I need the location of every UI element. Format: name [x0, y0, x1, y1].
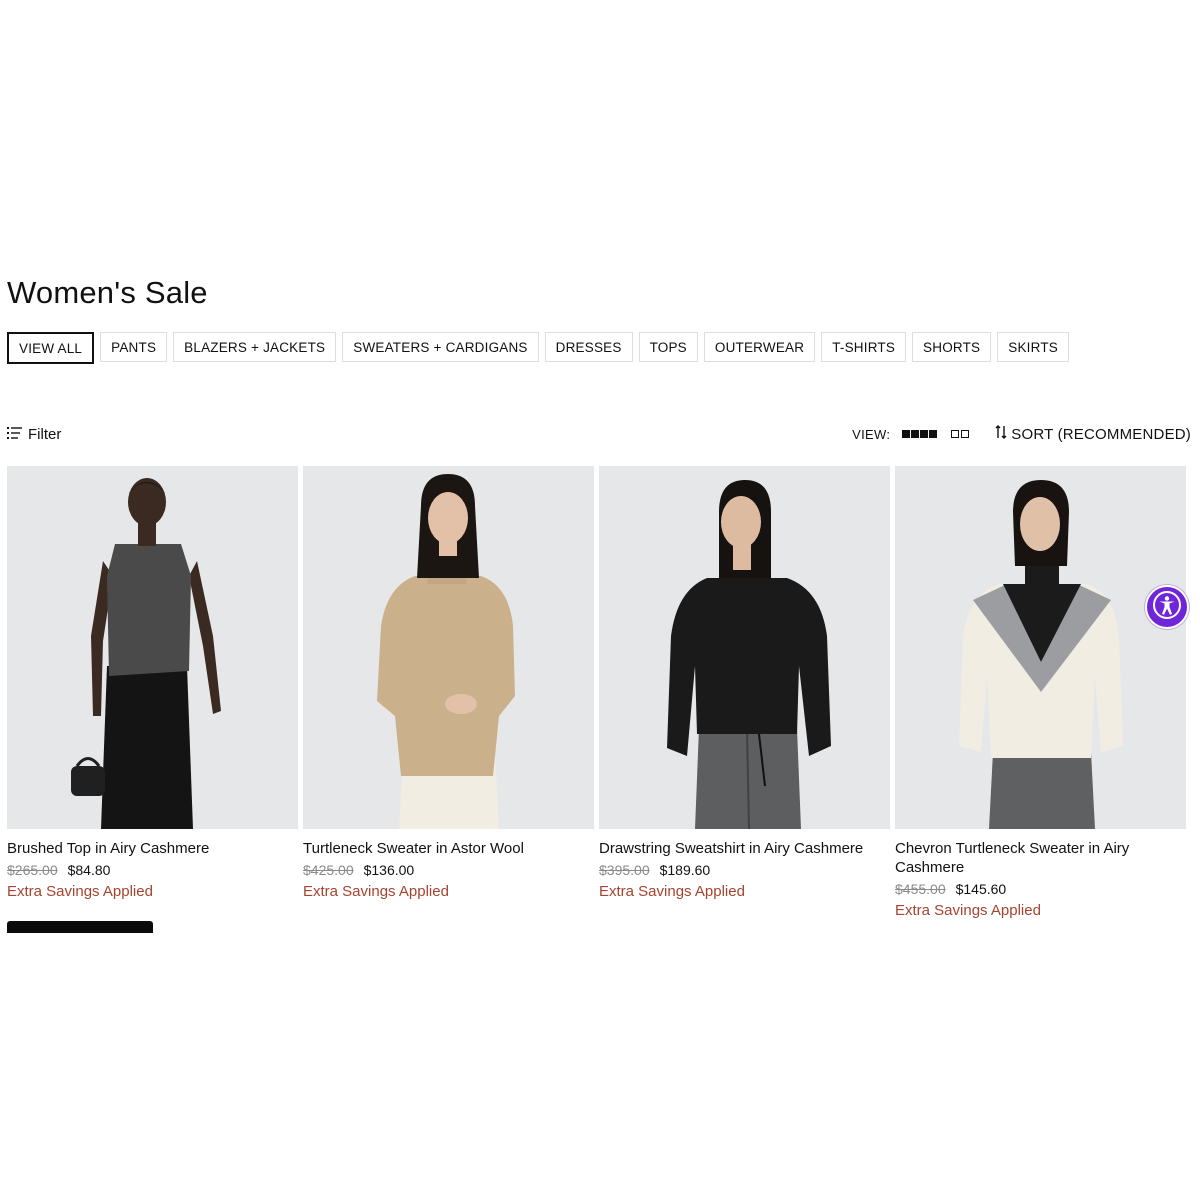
product-prices: $425.00 $136.00	[303, 862, 594, 878]
filter-label: Filter	[28, 425, 62, 443]
savings-note: Extra Savings Applied	[599, 883, 745, 900]
sort-button[interactable]: SORT (RECOMMENDED)	[995, 425, 1191, 443]
category-skirts[interactable]: SKIRTS	[997, 332, 1069, 362]
category-outerwear[interactable]: OUTERWEAR	[703, 332, 816, 362]
category-tops[interactable]: TOPS	[638, 332, 698, 362]
product-card: Brushed Top in Airy Cashmere $265.00 $84…	[7, 466, 298, 933]
sale-price: $84.80	[67, 862, 111, 878]
product-grid: Brushed Top in Airy Cashmere $265.00 $84…	[7, 466, 1186, 933]
view-sort-controls: VIEW: SORT (RECOMMENDED)	[852, 425, 1191, 443]
product-prices: $455.00 $145.60	[895, 881, 1186, 897]
product-image[interactable]	[303, 466, 594, 829]
quick-add-bar[interactable]	[7, 921, 153, 933]
product-name[interactable]: Turtleneck Sweater in Astor Wool	[303, 839, 594, 858]
category-view-all[interactable]: VIEW ALL	[7, 332, 95, 364]
product-name[interactable]: Brushed Top in Airy Cashmere	[7, 839, 298, 858]
product-name[interactable]: Chevron Turtleneck Sweater in Airy Cashm…	[895, 839, 1186, 877]
category-sweaters-cardigans[interactable]: SWEATERS + CARDIGANS	[342, 332, 539, 362]
product-image[interactable]	[599, 466, 890, 829]
savings-note: Extra Savings Applied	[895, 902, 1041, 919]
original-price: $395.00	[599, 862, 650, 878]
accessibility-person-icon	[1152, 590, 1182, 625]
product-card: Drawstring Sweatshirt in Airy Cashmere $…	[599, 466, 890, 919]
product-prices: $395.00 $189.60	[599, 862, 890, 878]
product-name[interactable]: Drawstring Sweatshirt in Airy Cashmere	[599, 839, 890, 858]
page: Women's Sale VIEW ALL PANTS BLAZERS + JA…	[0, 0, 1200, 1200]
sort-arrows-icon	[995, 425, 1007, 443]
product-card: Turtleneck Sweater in Astor Wool $425.00…	[303, 466, 594, 919]
original-price: $455.00	[895, 881, 946, 897]
sale-price: $136.00	[363, 862, 415, 878]
category-pants[interactable]: PANTS	[100, 332, 168, 362]
product-image[interactable]	[7, 466, 298, 829]
view-label: VIEW:	[852, 426, 891, 442]
category-shorts[interactable]: SHORTS	[912, 332, 992, 362]
sale-price: $145.60	[955, 881, 1007, 897]
listing-toolbar: Filter VIEW: SORT (RECOMMENDED)	[7, 422, 1191, 446]
original-price: $425.00	[303, 862, 354, 878]
category-tabs: VIEW ALL PANTS BLAZERS + JACKETS SWEATER…	[7, 332, 1069, 364]
page-title: Women's Sale	[7, 275, 208, 310]
category-blazers-jackets[interactable]: BLAZERS + JACKETS	[173, 332, 337, 362]
filter-lines-icon	[7, 426, 22, 443]
original-price: $265.00	[7, 862, 58, 878]
sale-price: $189.60	[659, 862, 711, 878]
view-four-column-icon[interactable]	[902, 430, 938, 438]
category-t-shirts[interactable]: T-SHIRTS	[821, 332, 907, 362]
savings-note: Extra Savings Applied	[303, 883, 449, 900]
accessibility-button[interactable]	[1145, 585, 1189, 629]
savings-note: Extra Savings Applied	[7, 883, 153, 900]
view-two-column-icon[interactable]	[951, 430, 970, 438]
product-prices: $265.00 $84.80	[7, 862, 298, 878]
category-dresses[interactable]: DRESSES	[544, 332, 633, 362]
filter-button[interactable]: Filter	[7, 426, 61, 443]
product-card: Chevron Turtleneck Sweater in Airy Cashm…	[895, 466, 1186, 919]
product-image[interactable]	[895, 466, 1186, 829]
sort-label: SORT (RECOMMENDED)	[1011, 425, 1191, 443]
